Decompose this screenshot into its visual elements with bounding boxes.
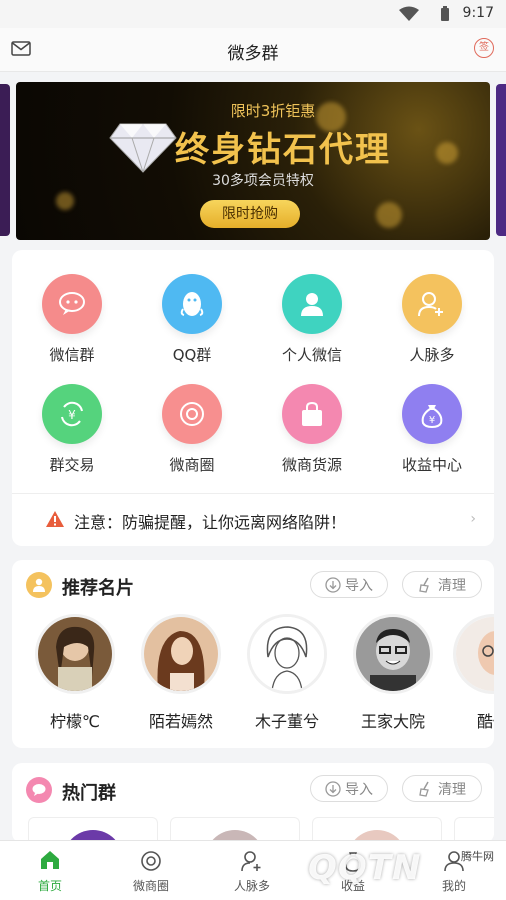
battery-icon bbox=[441, 6, 449, 21]
avatar bbox=[453, 614, 494, 694]
avatar bbox=[247, 614, 327, 694]
aperture-icon bbox=[162, 384, 222, 444]
aperture-icon bbox=[141, 851, 161, 871]
grid-item-wechat-circle[interactable]: 微商圈 bbox=[132, 384, 252, 475]
banner-description: 30多项会员特权 bbox=[212, 173, 314, 189]
promo-banner[interactable]: 限时3折钜惠 终身钻石代理 30多项会员特权 限时抢购 bbox=[16, 82, 490, 240]
clear-button[interactable]: 清理 bbox=[402, 775, 482, 802]
grid-label: QQ群 bbox=[172, 346, 212, 364]
tab-home[interactable]: 首页 bbox=[0, 841, 100, 900]
status-bar: 9:17 bbox=[0, 0, 506, 28]
qq-penguin-icon bbox=[162, 274, 222, 334]
hot-groups-section: 热门群 导入 清理 bbox=[12, 763, 494, 843]
section-title: 推荐名片 bbox=[62, 578, 134, 599]
grid-label: 群交易 bbox=[49, 456, 95, 474]
grid-item-group-trade[interactable]: ¥ 群交易 bbox=[12, 384, 132, 475]
person-name: 酷似 bbox=[476, 712, 494, 731]
download-icon bbox=[325, 780, 341, 797]
watermark-site-name: 腾牛网 bbox=[461, 850, 494, 863]
page-title: 微多群 bbox=[227, 44, 279, 64]
grid-label: 人脉多 bbox=[409, 346, 455, 364]
wifi-icon bbox=[399, 6, 419, 21]
person-card[interactable]: 酷似 bbox=[448, 614, 494, 732]
banner-prev-peek[interactable] bbox=[0, 84, 10, 236]
person-card[interactable]: 木子董兮 bbox=[242, 614, 332, 732]
import-button[interactable]: 导入 bbox=[310, 571, 388, 598]
fraud-notice[interactable]: 注意：防骗提醒，让你远离网络陷阱！ › bbox=[12, 493, 494, 545]
grid-item-supply[interactable]: 微商货源 bbox=[252, 384, 372, 475]
person-icon bbox=[26, 572, 52, 598]
banner-buy-button[interactable]: 限时抢购 bbox=[200, 200, 300, 228]
avatar bbox=[353, 614, 433, 694]
grid-label: 微信群 bbox=[49, 346, 95, 364]
broom-icon bbox=[419, 577, 429, 593]
notice-text: 注意：防骗提醒，让你远离网络陷阱！ bbox=[74, 513, 347, 532]
home-icon bbox=[41, 851, 59, 869]
grid-label: 微商圈 bbox=[169, 456, 215, 474]
avatar bbox=[35, 614, 115, 694]
broom-icon bbox=[419, 781, 429, 797]
svg-text:¥: ¥ bbox=[68, 408, 76, 422]
clear-button[interactable]: 清理 bbox=[402, 571, 482, 598]
chevron-right-icon: › bbox=[470, 511, 476, 527]
grid-label: 微商货源 bbox=[281, 456, 342, 474]
svg-text:¥: ¥ bbox=[429, 415, 435, 426]
site-watermark: QQTN 腾牛网 bbox=[308, 848, 498, 896]
person-card[interactable]: 王家大院 bbox=[348, 614, 438, 732]
tab-label: 首页 bbox=[37, 879, 62, 893]
grid-item-earnings[interactable]: ¥ 收益中心 bbox=[372, 384, 492, 475]
import-button[interactable]: 导入 bbox=[310, 775, 388, 802]
banner-next-peek[interactable] bbox=[496, 84, 506, 236]
grid-item-wechat-group[interactable]: 微信群 bbox=[12, 274, 132, 365]
warning-icon bbox=[46, 511, 64, 527]
yuan-exchange-icon: ¥ bbox=[42, 384, 102, 444]
person-name: 陌若嫣然 bbox=[148, 712, 213, 731]
watermark-logo: QQTN bbox=[308, 848, 422, 888]
tab-label: 人脉多 bbox=[233, 879, 270, 893]
money-bag-icon: ¥ bbox=[402, 384, 462, 444]
grid-item-contacts[interactable]: 人脉多 bbox=[372, 274, 492, 365]
download-icon bbox=[325, 576, 341, 593]
banner-subtitle: 限时3折钜惠 bbox=[230, 102, 316, 120]
section-title: 热门群 bbox=[62, 783, 116, 804]
person-name: 柠檬℃ bbox=[50, 712, 100, 731]
person-name: 王家大院 bbox=[360, 712, 425, 731]
person-name: 木子董兮 bbox=[254, 712, 319, 731]
person-add-icon bbox=[241, 851, 261, 872]
grid-label: 个人微信 bbox=[281, 346, 342, 364]
status-time: 9:17 bbox=[462, 5, 494, 21]
grid-item-personal-wechat[interactable]: 个人微信 bbox=[252, 274, 372, 365]
banner-headline: 终身钻石代理 bbox=[175, 130, 391, 170]
chat-bubble-icon bbox=[42, 274, 102, 334]
sign-in-button[interactable]: 签 bbox=[474, 38, 494, 58]
person-card[interactable]: 柠檬℃ bbox=[30, 614, 120, 732]
tab-contacts[interactable]: 人脉多 bbox=[202, 841, 302, 900]
chat-bubble-icon bbox=[26, 777, 52, 803]
tab-wechat-circle[interactable]: 微商圈 bbox=[101, 841, 201, 900]
tab-label: 微商圈 bbox=[132, 879, 169, 893]
top-nav-bar: 微多群 签 bbox=[0, 28, 506, 72]
recommend-section: 推荐名片 导入 清理 柠檬℃ 陌若嫣然 木子董兮 王家大院 酷似 bbox=[12, 560, 494, 748]
grid-item-qq-group[interactable]: QQ群 bbox=[132, 274, 252, 365]
grid-label: 收益中心 bbox=[401, 456, 462, 474]
person-icon bbox=[282, 274, 342, 334]
bag-icon bbox=[282, 384, 342, 444]
person-card[interactable]: 陌若嫣然 bbox=[136, 614, 226, 732]
person-add-icon bbox=[402, 274, 462, 334]
avatar bbox=[141, 614, 221, 694]
